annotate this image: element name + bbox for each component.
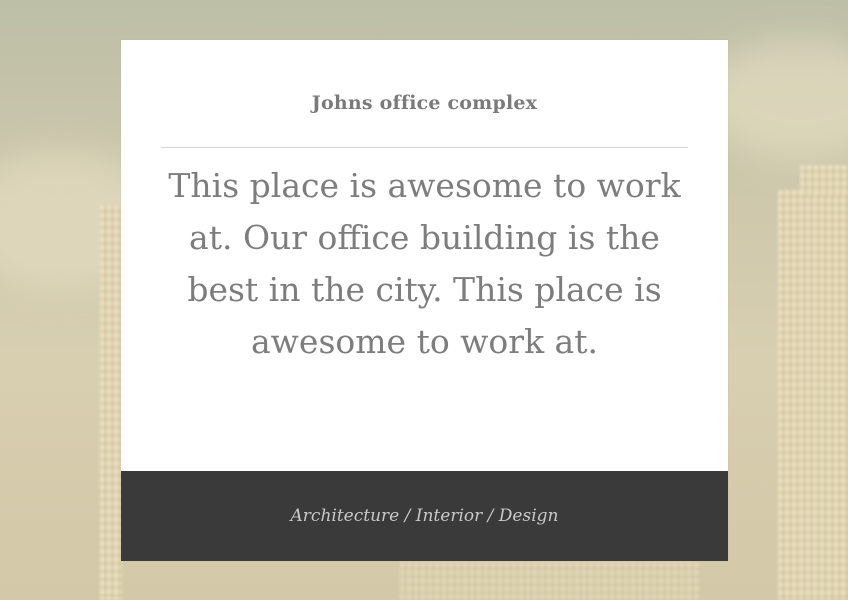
title-divider: [161, 147, 688, 148]
testimonial-quote: This place is awesome to work at. Our of…: [168, 166, 681, 361]
testimonial-card: Johns office complex This place is aweso…: [121, 40, 728, 561]
building-right: [778, 190, 848, 600]
building-left: [100, 205, 122, 600]
building-right-top: [800, 165, 848, 195]
card-footer: Architecture / Interior / Design: [121, 471, 728, 561]
building-bottom: [400, 562, 700, 600]
card-title: Johns office complex: [311, 92, 538, 114]
footer-categories: Architecture / Interior / Design: [290, 506, 559, 526]
